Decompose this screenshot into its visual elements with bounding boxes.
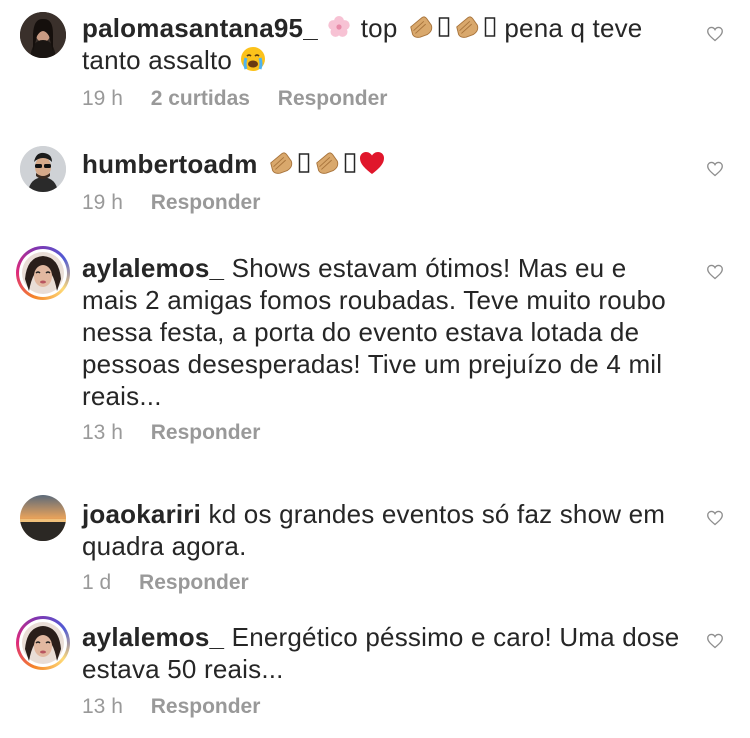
cherry-blossom-icon xyxy=(328,16,351,37)
crying-face-icon xyxy=(241,47,266,71)
comment-text: joaokariri kd os grandes eventos só faz … xyxy=(82,498,702,562)
reply-button[interactable]: Responder xyxy=(151,695,261,718)
reply-button[interactable]: Responder xyxy=(278,87,388,110)
comment-line: reais... xyxy=(82,381,162,411)
comment-text-part: top xyxy=(360,13,398,43)
comment-line: kd os grandes eventos só faz show em xyxy=(208,499,666,529)
red-heart-icon xyxy=(359,152,384,174)
comment-meta: 19 h Responder xyxy=(82,190,260,216)
avatar-with-story-ring[interactable] xyxy=(16,616,70,670)
comment-time: 1 d xyxy=(82,571,112,594)
comment-line: Shows estavam ótimos! Mas eu e xyxy=(231,253,627,283)
missing-glyph-icon xyxy=(298,150,310,176)
comment-time: 19 h xyxy=(82,191,123,214)
reply-button[interactable]: Responder xyxy=(151,191,261,214)
comment-text: humbertoadm xyxy=(82,148,702,180)
like-heart-icon[interactable] xyxy=(706,510,724,526)
reply-button[interactable]: Responder xyxy=(151,421,261,444)
reply-button[interactable]: Responder xyxy=(139,571,249,594)
comment-meta: 13 h Responder xyxy=(82,694,260,720)
comment-line: estava 50 reais... xyxy=(82,654,284,684)
clapping-hands-icon xyxy=(406,12,436,40)
comment-text: palomasantana95_ top pena q teve tanto a… xyxy=(82,12,702,76)
clapping-hands-icon xyxy=(312,148,342,176)
comment-meta: 19 h 2 curtidas Responder xyxy=(82,86,387,112)
username[interactable]: joaokariri xyxy=(82,499,201,529)
comment-line: quadra agora. xyxy=(82,531,247,561)
avatar[interactable] xyxy=(20,146,66,192)
clapping-hands-icon xyxy=(266,148,296,176)
username[interactable]: aylalemos_ xyxy=(82,253,224,283)
comment-text-part: pena q teve xyxy=(504,13,643,43)
comment-text: aylalemos_ Shows estavam ótimos! Mas eu … xyxy=(82,252,702,412)
comment-time: 13 h xyxy=(82,695,123,718)
username[interactable]: humbertoadm xyxy=(82,149,258,179)
missing-glyph-icon xyxy=(438,14,450,40)
username[interactable]: aylalemos_ xyxy=(82,622,224,652)
comment-text: aylalemos_ Energético péssimo e caro! Um… xyxy=(82,621,702,685)
avatar[interactable] xyxy=(20,495,66,541)
like-heart-icon[interactable] xyxy=(706,161,724,177)
comment-time: 13 h xyxy=(82,421,123,444)
comment-line: mais 2 amigas fomos roubadas. Teve muito… xyxy=(82,285,666,315)
missing-glyph-icon xyxy=(344,150,356,176)
clapping-hands-icon xyxy=(452,12,482,40)
like-heart-icon[interactable] xyxy=(706,633,724,649)
comment-text-part: tanto assalto xyxy=(82,45,233,75)
comment-meta: 13 h Responder xyxy=(82,420,260,446)
username[interactable]: palomasantana95_ xyxy=(82,13,318,43)
comment-line: pessoas desesperadas! Tive um prejuízo d… xyxy=(82,349,663,379)
avatar-with-story-ring[interactable] xyxy=(16,246,70,300)
likes-count-link[interactable]: 2 curtidas xyxy=(151,87,250,110)
like-heart-icon[interactable] xyxy=(706,26,724,42)
comment-meta: 1 d Responder xyxy=(82,570,249,596)
like-heart-icon[interactable] xyxy=(706,264,724,280)
missing-glyph-icon xyxy=(484,14,496,40)
avatar[interactable] xyxy=(20,12,66,58)
comment-line: Energético péssimo e caro! Uma dose xyxy=(231,622,680,652)
comment-line: nessa festa, a porta do evento estava lo… xyxy=(82,317,640,347)
comment-time: 19 h xyxy=(82,87,123,110)
